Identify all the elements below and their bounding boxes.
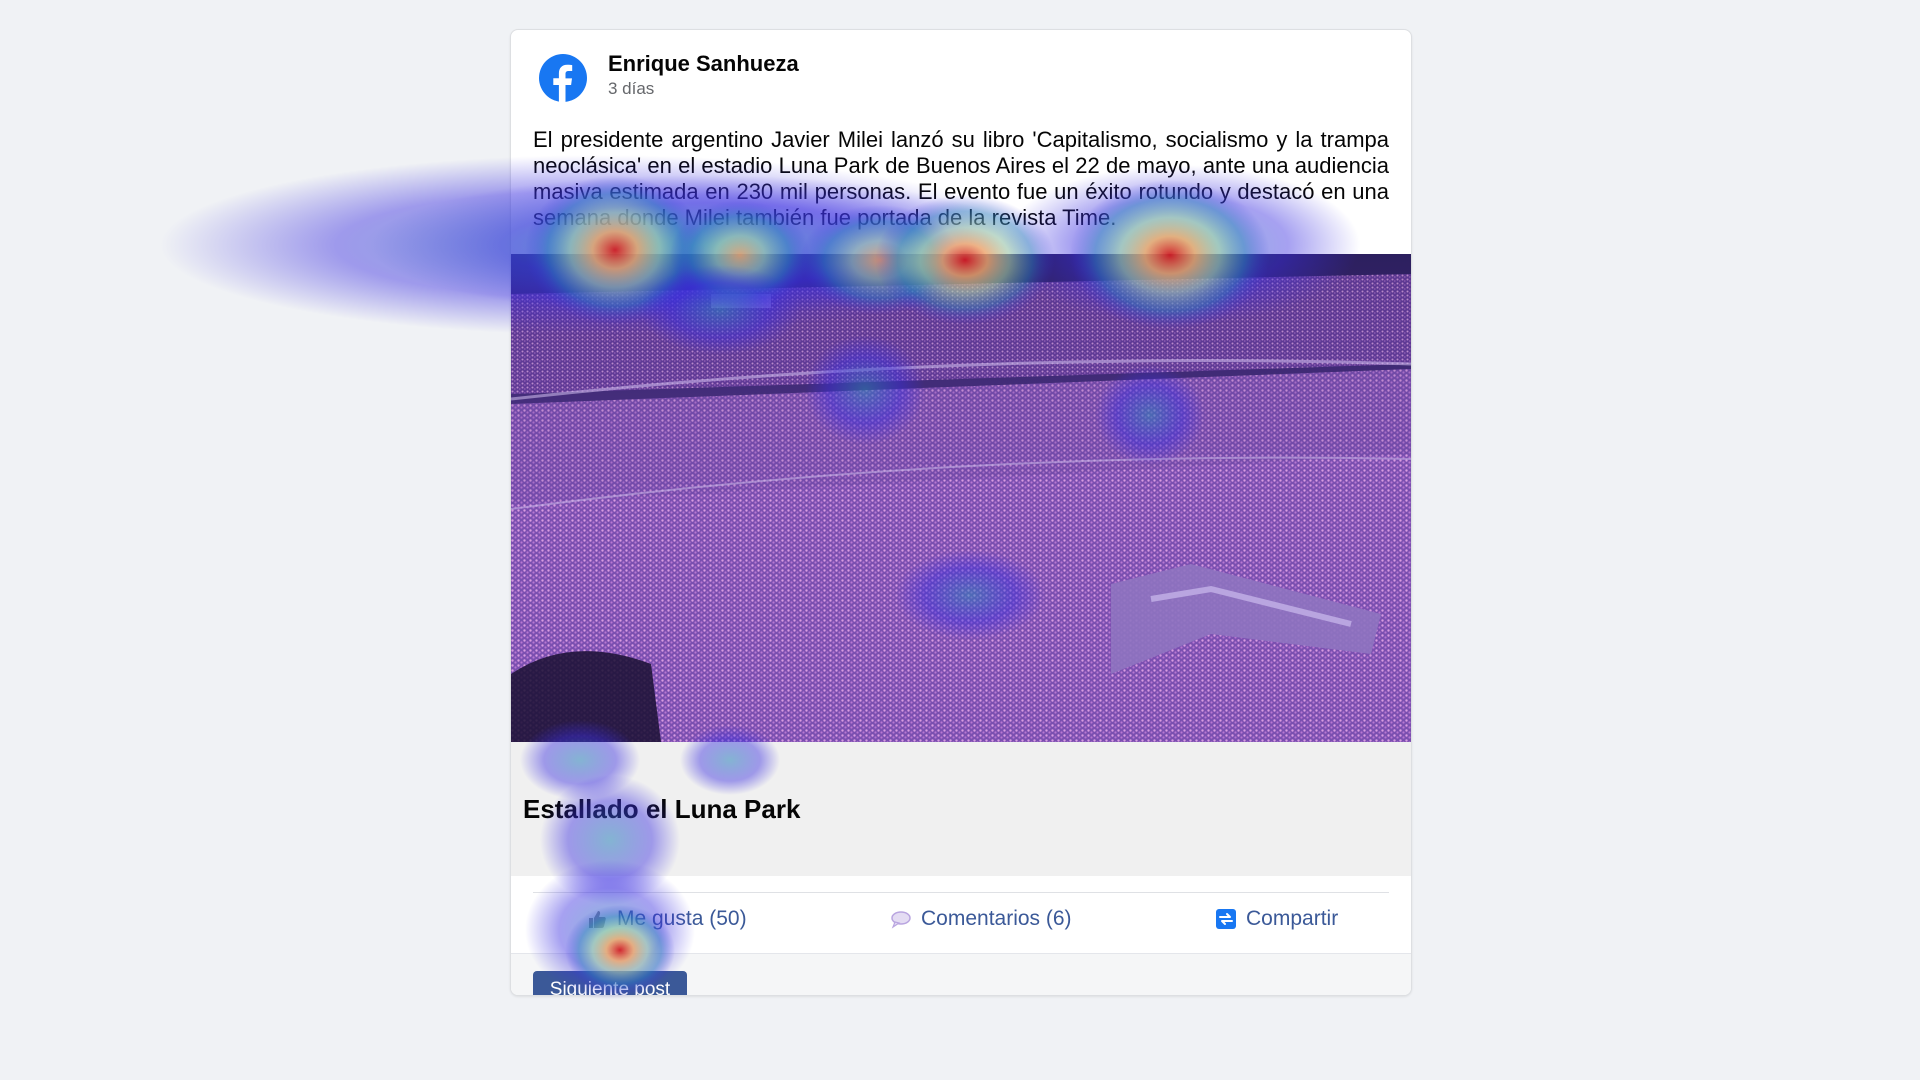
share-arrows-icon [1216, 909, 1236, 929]
post-timestamp[interactable]: 3 días [608, 79, 654, 99]
facebook-logo-icon [539, 54, 587, 102]
thumbs-up-icon [589, 911, 606, 928]
share-label: Compartir [1246, 907, 1339, 930]
post-footer: Siguiente post [511, 953, 1411, 995]
speech-bubble-icon [891, 911, 911, 929]
comment-label: Comentarios (6) [921, 907, 1072, 930]
like-label: Me gusta (50) [617, 907, 747, 930]
link-title[interactable]: Estallado el Luna Park [523, 794, 800, 825]
next-post-button[interactable]: Siguiente post [533, 971, 687, 995]
post-card: Enrique Sanhueza 3 días El presidente ar… [510, 29, 1412, 996]
like-button[interactable]: Me gusta (50) [586, 907, 747, 931]
post-header: Enrique Sanhueza 3 días [511, 30, 1411, 130]
post-text: El presidente argentino Javier Milei lan… [533, 127, 1389, 230]
link-preview[interactable]: Estallado el Luna Park [511, 742, 1411, 876]
post-actions: Me gusta (50) Comentarios (6) Compartir [511, 893, 1411, 953]
post-image[interactable] [511, 254, 1411, 742]
comment-button[interactable]: Comentarios (6) [890, 907, 1072, 931]
stadium-crowd-photo [511, 254, 1411, 742]
author-name[interactable]: Enrique Sanhueza [608, 51, 799, 77]
share-button[interactable]: Compartir [1215, 907, 1338, 931]
